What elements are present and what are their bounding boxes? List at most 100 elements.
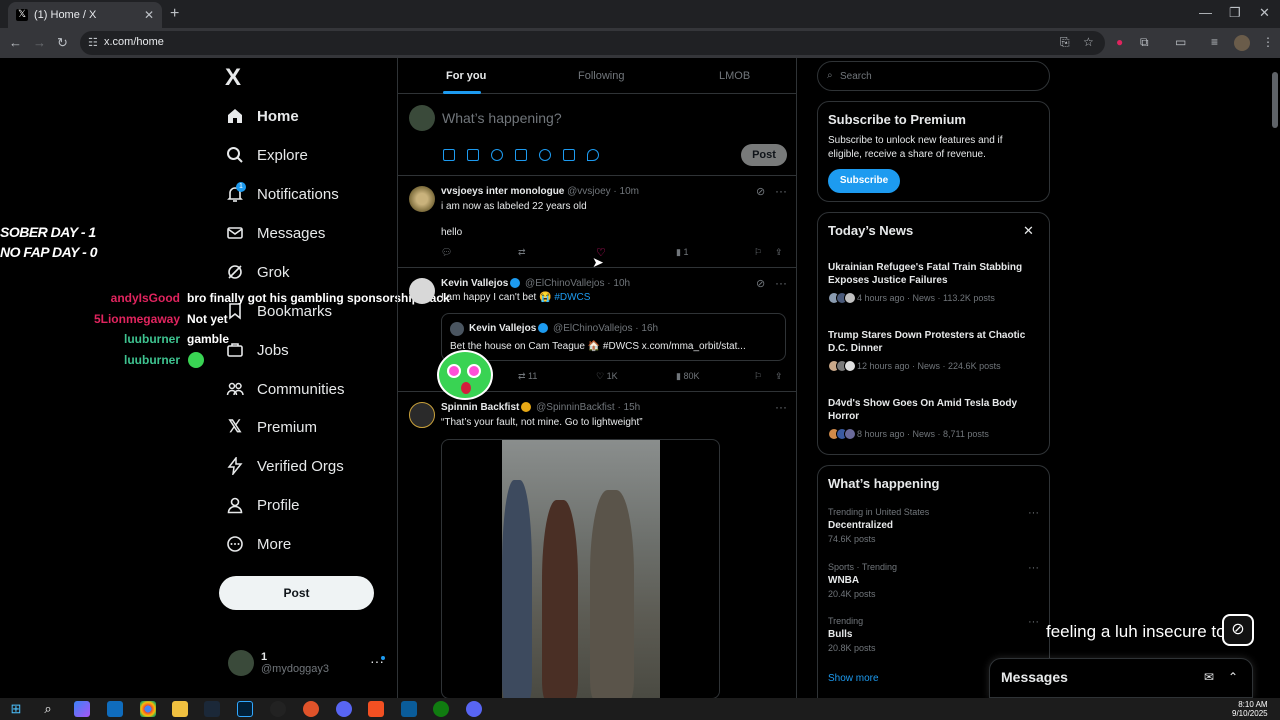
tweet-avatar[interactable] bbox=[409, 186, 435, 212]
quoted-tweet[interactable]: Kevin Vallejos @ElChinoVallejos · 16h Be… bbox=[441, 313, 786, 361]
tweet[interactable]: Spinnin Backfist @SpinninBackfist · 15h … bbox=[398, 393, 796, 698]
close-icon[interactable]: ✕ bbox=[1023, 223, 1034, 239]
extension-red-icon[interactable]: ● bbox=[1116, 35, 1123, 49]
profile-avatar[interactable] bbox=[1234, 35, 1250, 51]
install-app-icon[interactable]: ⎘ bbox=[1060, 35, 1070, 50]
app-icon[interactable] bbox=[336, 701, 352, 717]
tweet-author[interactable]: vvsjoeys inter monologue bbox=[441, 186, 564, 197]
tab-following[interactable]: Following bbox=[578, 70, 624, 82]
grok-compose-icon[interactable] bbox=[491, 149, 503, 161]
new-tab-button[interactable]: + bbox=[170, 5, 179, 23]
tab-close-icon[interactable]: ✕ bbox=[144, 8, 154, 22]
bookmark-star-icon[interactable]: ☆ bbox=[1083, 35, 1094, 49]
steam-icon[interactable] bbox=[204, 701, 220, 717]
site-info-icon[interactable]: ☷ bbox=[88, 36, 98, 49]
tweet-avatar[interactable] bbox=[409, 278, 435, 304]
scrollbar-thumb[interactable] bbox=[1272, 72, 1278, 128]
like-count[interactable]: ♡ 1K bbox=[596, 371, 618, 382]
nav-messages[interactable]: Messages bbox=[226, 220, 325, 246]
nav-notifications[interactable]: 1 Notifications bbox=[226, 181, 339, 207]
tweet-more-icon[interactable]: ··· bbox=[775, 400, 787, 414]
x-logo-icon[interactable]: X bbox=[225, 64, 241, 92]
composer-post-button[interactable]: Post bbox=[741, 144, 787, 166]
tweet-video[interactable] bbox=[441, 439, 720, 698]
tweet-avatar[interactable] bbox=[409, 402, 435, 428]
nav-grok[interactable]: Grok bbox=[226, 259, 290, 285]
retweet-icon[interactable]: ⇄ bbox=[518, 247, 526, 258]
trend-more-icon[interactable]: ··· bbox=[1028, 562, 1039, 574]
tab-for-you[interactable]: For you bbox=[446, 70, 486, 82]
tweet-author[interactable]: Spinnin Backfist bbox=[441, 402, 519, 413]
back-icon[interactable]: ← bbox=[9, 35, 22, 50]
trend-item[interactable]: Trending in United States Decentralized … bbox=[828, 507, 1043, 544]
copilot-icon[interactable] bbox=[74, 701, 90, 717]
reading-list-icon[interactable]: ≡ bbox=[1211, 35, 1218, 49]
bookmark-icon[interactable]: ⚐ bbox=[754, 247, 762, 258]
nav-home[interactable]: Home bbox=[226, 103, 299, 129]
new-message-icon[interactable]: ✉ bbox=[1204, 670, 1214, 684]
windows-start-icon[interactable]: ⊞ bbox=[8, 701, 24, 717]
page-scrollbar[interactable] bbox=[1270, 58, 1280, 698]
trend-more-icon[interactable]: ··· bbox=[1028, 616, 1039, 628]
grok-icon[interactable]: ⊘ bbox=[756, 277, 765, 290]
outlook-icon[interactable] bbox=[107, 701, 123, 717]
subscribe-button[interactable]: Subscribe bbox=[828, 169, 900, 193]
forward-icon[interactable]: → bbox=[33, 35, 46, 50]
restore-button[interactable]: ❐ bbox=[1229, 5, 1241, 21]
messages-drawer[interactable]: Messages ✉ ⌃ bbox=[989, 658, 1253, 698]
retweet-count[interactable]: ⇄ 11 bbox=[518, 371, 537, 382]
photoshop-icon[interactable] bbox=[237, 701, 253, 717]
share-icon[interactable]: ⇪ bbox=[775, 247, 783, 258]
close-window-button[interactable]: ✕ bbox=[1259, 5, 1270, 21]
minimize-button[interactable]: — bbox=[1199, 5, 1212, 20]
system-clock[interactable]: 8:10 AM 9/10/2025 bbox=[1232, 700, 1268, 718]
nav-verified-orgs[interactable]: Verified Orgs bbox=[226, 453, 344, 479]
tweet-more-icon[interactable]: ··· bbox=[775, 184, 787, 198]
post-button[interactable]: Post bbox=[219, 576, 374, 610]
nav-premium[interactable]: 𝕏 Premium bbox=[226, 414, 317, 440]
account-switcher[interactable]: 1 @mydoggay3 bbox=[228, 650, 329, 676]
nav-profile[interactable]: Profile bbox=[226, 492, 300, 518]
file-explorer-icon[interactable] bbox=[172, 701, 188, 717]
trend-item[interactable]: Trending Bulls 20.8K posts bbox=[828, 616, 1043, 653]
store-icon[interactable] bbox=[368, 701, 384, 717]
menu-kebab-icon[interactable]: ⋮ bbox=[1262, 35, 1274, 49]
location-icon[interactable] bbox=[587, 149, 599, 161]
composer-input[interactable]: What’s happening? bbox=[442, 110, 562, 126]
nav-explore[interactable]: Explore bbox=[226, 142, 308, 168]
news-item[interactable]: Trump Stares Down Protesters at Chaotic … bbox=[828, 329, 1043, 372]
hashtag-link[interactable]: #DWCS bbox=[554, 292, 590, 303]
image-icon[interactable] bbox=[443, 149, 455, 161]
trend-more-icon[interactable]: ··· bbox=[1028, 507, 1039, 519]
gif-icon[interactable] bbox=[467, 149, 479, 161]
grok-icon[interactable]: ⊘ bbox=[756, 185, 765, 198]
news-item[interactable]: D4vd's Show Goes On Amid Tesla Body Horr… bbox=[828, 397, 1043, 440]
app-icon[interactable] bbox=[401, 701, 417, 717]
search-input[interactable]: Search bbox=[840, 71, 872, 82]
taskbar-search-icon[interactable]: ⌕ bbox=[40, 701, 56, 717]
extensions-icon[interactable]: ⧉ bbox=[1140, 35, 1149, 50]
reply-icon[interactable]: 💬︎ bbox=[441, 247, 452, 258]
xbox-icon[interactable] bbox=[433, 701, 449, 717]
poll-icon[interactable] bbox=[515, 149, 527, 161]
address-bar[interactable]: ☷ x.com/home bbox=[80, 31, 1105, 55]
browser-tab[interactable]: 𝕏 (1) Home / X ✕ bbox=[8, 2, 162, 28]
nav-more[interactable]: More bbox=[226, 531, 291, 557]
nav-communities[interactable]: Communities bbox=[226, 376, 345, 402]
chevron-up-icon[interactable]: ⌃ bbox=[1228, 670, 1238, 684]
trend-item[interactable]: Sports · Trending WNBA 20.4K posts bbox=[828, 562, 1043, 599]
share-icon[interactable]: ⇪ bbox=[775, 371, 783, 382]
discord-icon[interactable] bbox=[466, 701, 482, 717]
bookmark-icon[interactable]: ⚐ bbox=[754, 371, 762, 382]
chrome-icon[interactable] bbox=[140, 701, 156, 717]
app-icon[interactable] bbox=[303, 701, 319, 717]
tab-lmob[interactable]: LMOB bbox=[719, 70, 750, 82]
schedule-icon[interactable] bbox=[563, 149, 575, 161]
app-icon[interactable] bbox=[270, 701, 286, 717]
emoji-icon[interactable] bbox=[539, 149, 551, 161]
tweet-author[interactable]: Kevin Vallejos bbox=[441, 278, 508, 289]
news-item[interactable]: Ukrainian Refugee's Fatal Train Stabbing… bbox=[828, 261, 1043, 304]
split-view-icon[interactable]: ▭ bbox=[1175, 35, 1186, 49]
search-box[interactable]: ⌕ Search bbox=[817, 61, 1050, 91]
views-count[interactable]: ▮ 1 bbox=[676, 247, 688, 258]
